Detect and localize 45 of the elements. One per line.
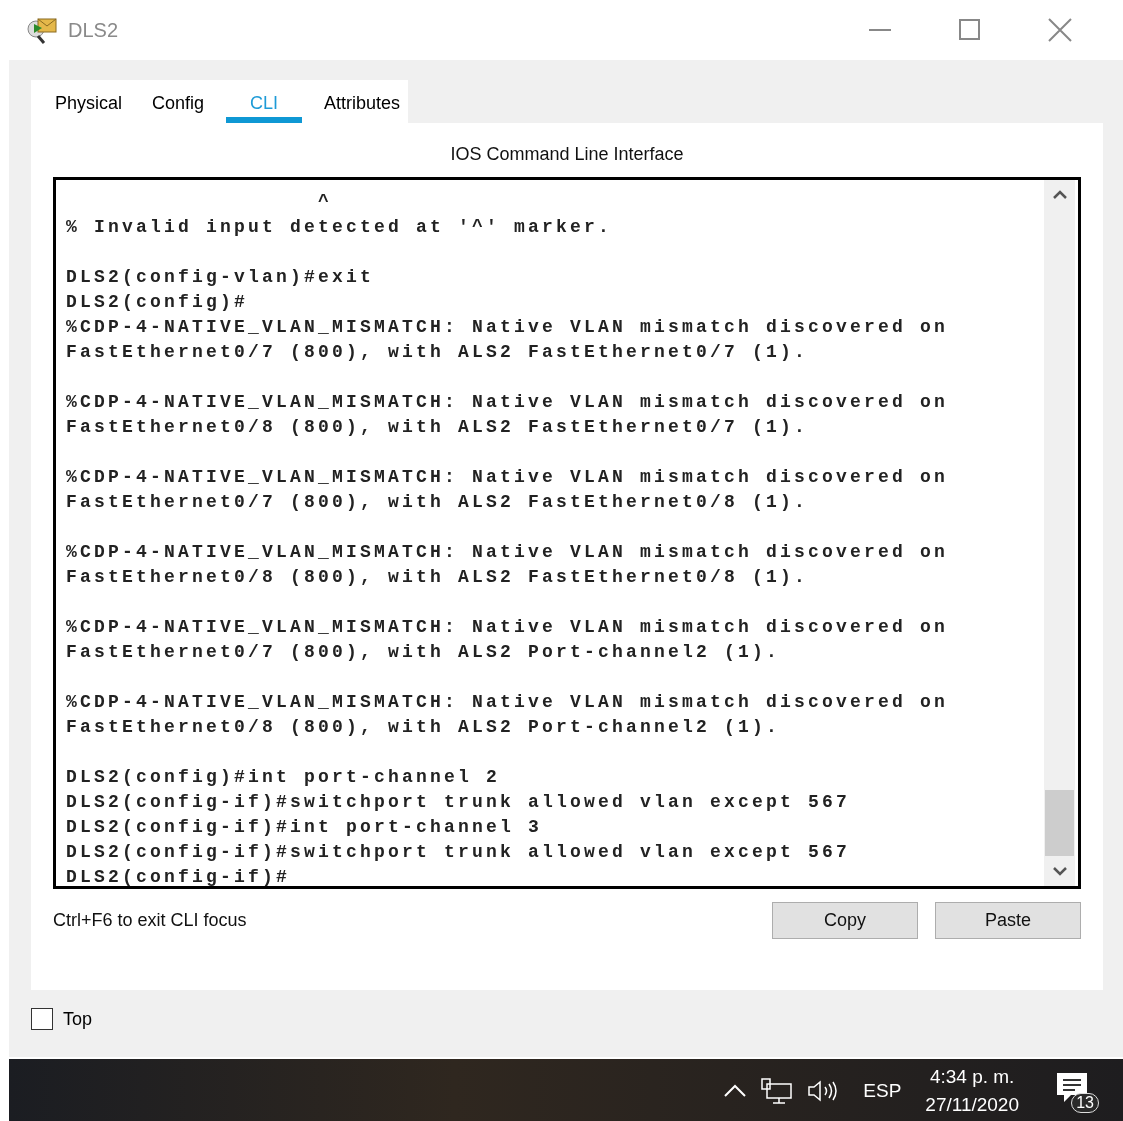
scroll-up-icon[interactable] [1051,190,1068,200]
terminal-line: %CDP-4-NATIVE_VLAN_MISMATCH: Native VLAN mismatch discovered on [66,316,950,339]
terminal-line: % Invalid input detected at '^' marker. [66,216,614,239]
terminal-line: ^ [317,191,334,214]
terminal-line: DLS2(config-if)#switchport trunk allowed vlan except 567 [66,791,852,814]
action-button[interactable]: Copy [772,902,918,939]
checkbox-label: Top [63,1008,93,1030]
terminal-line: FastEthernet0/8 (800), with ALS2 FastEthernet0/7 (1). [66,416,810,439]
terminal-line: DLS2(config-if)#int port-channel 3 [66,816,544,839]
terminal-line: %CDP-4-NATIVE_VLAN_MISMATCH: Native VLAN mismatch discovered on [66,466,950,489]
terminal-line: FastEthernet0/8 (800), with ALS2 Port-channel2 (1). [66,716,782,739]
scroll-thumb[interactable] [1045,790,1074,856]
window-title: DLS2 [68,18,120,42]
clock[interactable]: 4:34 p. m. 27/11/2020 [925,1063,1019,1119]
terminal-line: DLS2(config)# [66,291,250,314]
terminal-line: FastEthernet0/7 (800), with ALS2 Port-channel2 (1). [66,641,782,664]
terminal-line: DLS2(config-if)# [66,866,292,886]
language-indicator[interactable]: ESP [863,1080,902,1102]
chevron-up-icon[interactable] [723,1084,748,1098]
maximize-icon[interactable] [959,19,981,41]
terminal-line: %CDP-4-NATIVE_VLAN_MISMATCH: Native VLAN mismatch discovered on [66,541,950,564]
focus-hint: Ctrl+F6 to exit CLI focus [53,910,248,931]
scroll-down-icon[interactable] [1051,866,1068,876]
notification-badge: 13 [1071,1093,1099,1113]
terminal-line: DLS2(config-vlan)#exit [66,266,376,289]
tab[interactable]: Physical [47,80,131,123]
terminal-line: %CDP-4-NATIVE_VLAN_MISMATCH: Native VLAN mismatch discovered on [66,391,950,414]
scrollbar[interactable] [1044,180,1075,886]
app-logo-icon [24,16,60,44]
tab[interactable]: Attributes [316,80,409,123]
terminal-line: DLS2(config-if)#switchport trunk allowed vlan except 567 [66,841,852,864]
terminal-line: FastEthernet0/8 (800), with ALS2 FastEthernet0/8 (1). [66,566,810,589]
terminal-line: DLS2(config)#int port-channel 2 [66,766,502,789]
top-checkbox[interactable] [31,1008,53,1030]
terminal-line: FastEthernet0/7 (800), with ALS2 FastEthernet0/8 (1). [66,491,810,514]
speaker-icon[interactable] [807,1079,840,1103]
terminal[interactable] [53,177,1081,889]
terminal-line: %CDP-4-NATIVE_VLAN_MISMATCH: Native VLAN mismatch discovered on [66,616,950,639]
terminal-line: %CDP-4-NATIVE_VLAN_MISMATCH: Native VLAN mismatch discovered on [66,691,950,714]
network-icon[interactable] [761,1078,794,1104]
terminal-line: FastEthernet0/7 (800), with ALS2 FastEthernet0/7 (1). [66,341,810,364]
close-icon[interactable] [1048,18,1072,42]
cli-heading: IOS Command Line Interface [449,143,685,166]
action-button[interactable]: Paste [935,902,1081,939]
tab[interactable]: Config [144,80,213,123]
